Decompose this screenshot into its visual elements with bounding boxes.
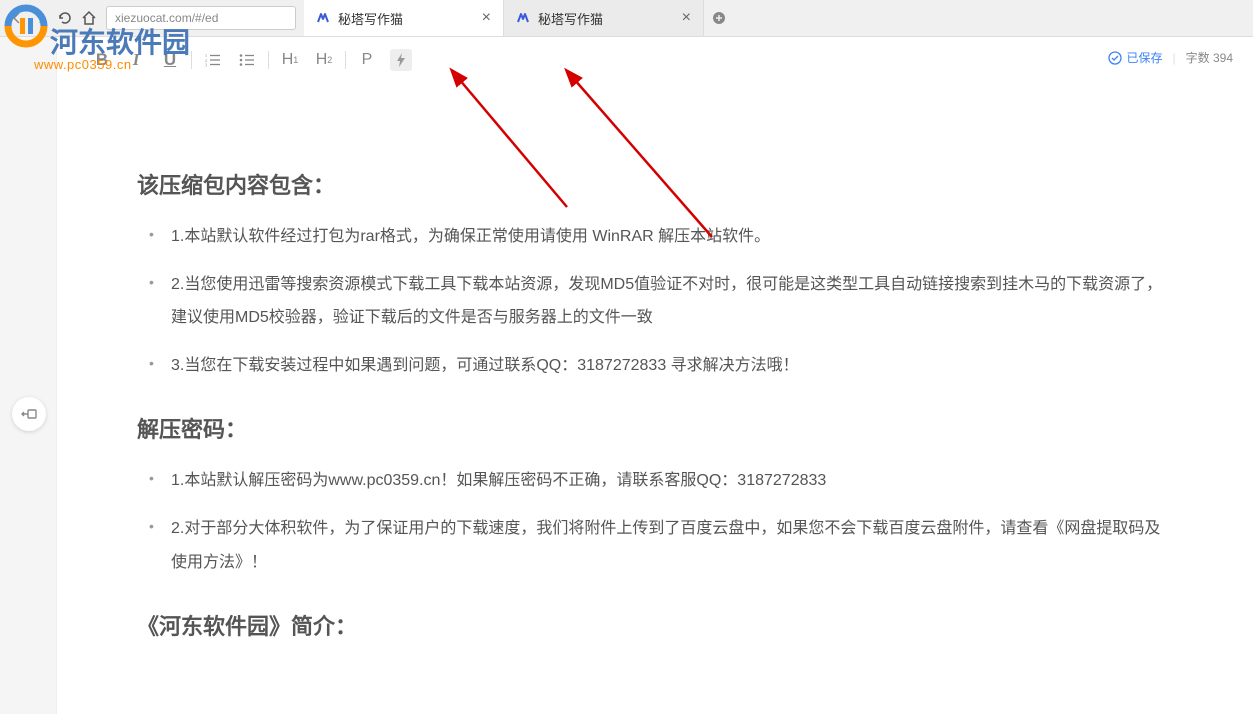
tab-close-icon[interactable]: × — [682, 9, 691, 27]
tab-active[interactable]: 秘塔写作猫 × — [304, 0, 504, 36]
url-input[interactable]: xiezuocat.com/#/ed — [106, 6, 296, 30]
heading1-button[interactable]: H1 — [273, 45, 307, 75]
left-gutter — [0, 37, 56, 714]
unordered-list-button[interactable] — [230, 45, 264, 75]
format-toolbar: B I U 123 H1 H2 P — [57, 37, 1253, 83]
reload-icon[interactable] — [56, 9, 74, 27]
tab-title: 秘塔写作猫 — [338, 9, 476, 28]
editor-area: B I U 123 H1 H2 P 已保存 | 字数 — [0, 37, 1253, 714]
check-circle-icon — [1108, 51, 1122, 65]
tab-favicon-icon — [316, 11, 330, 25]
tab-title: 秘塔写作猫 — [538, 9, 676, 28]
content-list: 1.本站默认解压密码为www.pc0359.cn！如果解压密码不正确，请联系客服… — [137, 464, 1173, 579]
forward-nav-icon[interactable] — [32, 9, 50, 27]
tab-close-icon[interactable]: × — [482, 9, 491, 27]
bold-button[interactable]: B — [85, 45, 119, 75]
ordered-list-button[interactable]: 123 — [196, 45, 230, 75]
section-heading: 该压缩包内容包含： — [137, 168, 1173, 200]
section-heading: 解压密码： — [137, 412, 1173, 444]
tab-strip: 秘塔写作猫 × 秘塔写作猫 × — [304, 0, 734, 36]
list-item: 2.对于部分大体积软件，为了保证用户的下载速度，我们将附件上传到了百度云盘中，如… — [167, 512, 1173, 579]
underline-button[interactable]: U — [153, 45, 187, 75]
status-divider: | — [1172, 51, 1175, 65]
main-panel: B I U 123 H1 H2 P 已保存 | 字数 — [56, 37, 1253, 714]
list-item: 2.当您使用迅雷等搜索资源模式下载工具下载本站资源，发现MD5值验证不对时，很可… — [167, 268, 1173, 335]
content-list: 1.本站默认软件经过打包为rar格式，为确保正常使用请使用 WinRAR 解压本… — [137, 220, 1173, 382]
home-icon[interactable] — [80, 9, 98, 27]
list-item: 1.本站默认解压密码为www.pc0359.cn！如果解压密码不正确，请联系客服… — [167, 464, 1173, 498]
back-panel-button[interactable] — [12, 397, 46, 431]
flash-button[interactable] — [390, 49, 412, 71]
back-nav-icon[interactable] — [8, 9, 26, 27]
toolbar-separator — [345, 51, 346, 69]
svg-text:3: 3 — [205, 62, 207, 67]
tab-favicon-icon — [516, 11, 530, 25]
tab-inactive[interactable]: 秘塔写作猫 × — [504, 0, 704, 36]
status-bar: 已保存 | 字数 394 — [1108, 49, 1233, 66]
document-content[interactable]: 该压缩包内容包含： 1.本站默认软件经过打包为rar格式，为确保正常使用请使用 … — [57, 83, 1253, 691]
section-heading: 《河东软件园》简介： — [137, 609, 1173, 641]
list-item: 3.当您在下载安装过程中如果遇到问题，可通过联系QQ：3187272833 寻求… — [167, 349, 1173, 383]
saved-indicator: 已保存 — [1108, 49, 1162, 66]
paragraph-button[interactable]: P — [350, 45, 384, 75]
word-count: 字数 394 — [1186, 49, 1233, 66]
browser-bar: xiezuocat.com/#/ed 秘塔写作猫 × 秘塔写作猫 × — [0, 0, 1253, 37]
italic-button[interactable]: I — [119, 45, 153, 75]
new-tab-button[interactable] — [704, 0, 734, 36]
heading2-button[interactable]: H2 — [307, 45, 341, 75]
toolbar-separator — [191, 51, 192, 69]
toolbar-separator — [268, 51, 269, 69]
list-item: 1.本站默认软件经过打包为rar格式，为确保正常使用请使用 WinRAR 解压本… — [167, 220, 1173, 254]
